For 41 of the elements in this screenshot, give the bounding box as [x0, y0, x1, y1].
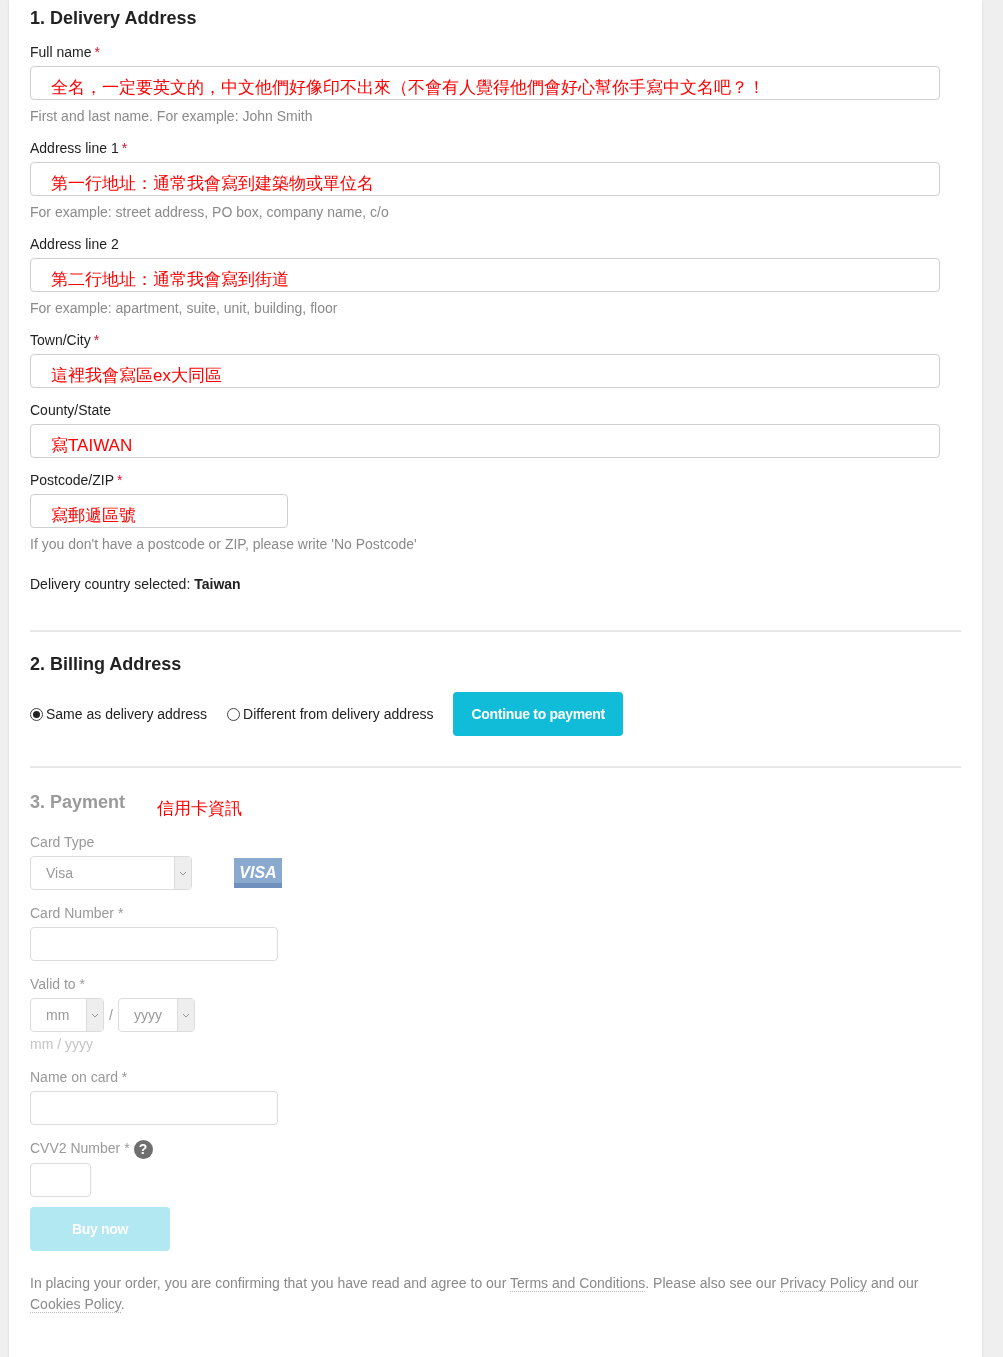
field-label: Address line 1 * — [30, 139, 129, 158]
continue-button[interactable]: Continue to payment — [453, 692, 623, 736]
radio-option[interactable]: Different from delivery address — [227, 706, 434, 722]
field-label: Name on card * — [30, 1068, 129, 1087]
delivery-country-text: Delivery country selected: Taiwan — [30, 575, 242, 594]
date-separator: / — [109, 1007, 113, 1023]
input-field[interactable] — [30, 1162, 91, 1197]
field-hint: mm / yyyy — [30, 1035, 94, 1054]
input-field[interactable] — [30, 927, 278, 961]
chevron-down-icon — [91, 1012, 99, 1018]
field-hint: If you don't have a postcode or ZIP, please write 'No Postcode' — [30, 535, 418, 554]
input-field[interactable]: 這裡我會寫區ex大同區 — [30, 354, 940, 388]
field-label: Address line 2 — [30, 235, 120, 254]
radio-option[interactable]: Same as delivery address — [30, 706, 208, 722]
policy-link[interactable]: Privacy Policy — [780, 1274, 868, 1292]
input-field[interactable]: 寫郵遞區號 — [30, 494, 288, 528]
field-label: Valid to * — [30, 975, 86, 994]
field-hint: First and last name. For example: John Smith — [30, 107, 314, 126]
field-hint: For example: apartment, suite, unit, building, floor — [30, 299, 339, 318]
field-label: Town/City * — [30, 331, 101, 350]
field-hint: For example: street address, PO box, company name, c/o — [30, 203, 390, 222]
field-label: Full name * — [30, 43, 101, 62]
input-field[interactable]: 第二行地址：通常我會寫到街道 — [30, 258, 940, 292]
input-field[interactable]: 全名，一定要英文的，中文他們好像印不出來（不會有人覺得他們會好心幫你手寫中文名吧？！ — [30, 66, 940, 100]
input-field[interactable]: 寫TAIWAN — [30, 424, 940, 458]
input-field[interactable] — [30, 1091, 278, 1125]
field-label: Postcode/ZIP * — [30, 471, 124, 490]
legal-text: In placing your order, you are confirming that you have read and agree to our Terms and Conditions. Please also see our Privacy Policy and our Cookies Policy. — [30, 1273, 920, 1315]
section-title: 2. Billing Address — [30, 653, 183, 676]
field-label: CVV2 Number * ? — [30, 1138, 961, 1159]
field-label: Card Type — [30, 833, 96, 852]
input-field[interactable]: 第一行地址：通常我會寫到建築物或單位名 — [30, 162, 940, 196]
policy-link[interactable]: Cookies Policy — [30, 1295, 121, 1313]
section-title: 1. Delivery Address — [30, 7, 198, 30]
field-label: Card Number * — [30, 904, 125, 923]
card-logo: VISA — [234, 858, 282, 888]
field-label: County/State — [30, 401, 112, 420]
annotation-text: 信用卡資訊 — [157, 798, 243, 820]
chevron-down-icon — [181, 1012, 190, 1018]
chevron-down-icon — [179, 870, 187, 876]
section-title: 3. Payment — [30, 791, 126, 814]
